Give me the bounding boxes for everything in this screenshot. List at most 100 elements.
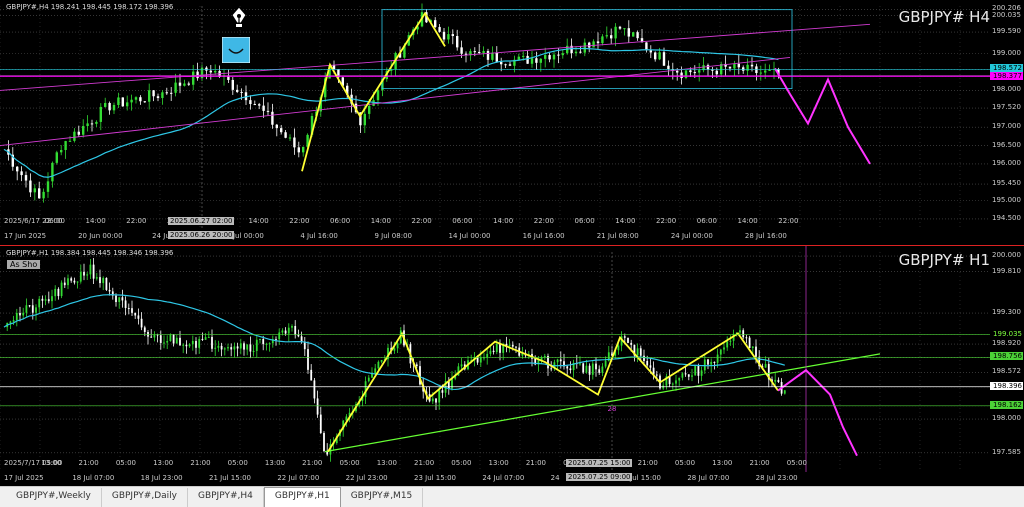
- time-grid-label: 21:00: [414, 459, 435, 467]
- candle-body: [630, 342, 633, 345]
- candle-body: [707, 359, 709, 365]
- candle-body: [700, 370, 703, 376]
- candle-body: [102, 277, 105, 284]
- candle-body: [95, 277, 98, 279]
- candle-body: [204, 337, 207, 340]
- candle-body: [694, 365, 697, 376]
- time-axis-label: 18 Jul 07:00: [72, 474, 115, 482]
- candle-body: [617, 345, 620, 351]
- candle-body: [526, 55, 529, 64]
- candle-body: [192, 71, 195, 85]
- tab-gbpjpy-m15[interactable]: GBPJPY#,M15: [341, 488, 424, 507]
- price-tick-label: 199.810: [992, 266, 1021, 275]
- tab-gbpjpy-h4[interactable]: GBPJPY#,H4: [188, 488, 264, 507]
- candle-body: [492, 350, 495, 353]
- candle-body: [618, 26, 622, 29]
- h4-chart-panel[interactable]: GBPJPY#,H4 198.241 198.445 198.172 198.3…: [0, 0, 1024, 244]
- candle-body: [522, 55, 525, 57]
- candle-body: [174, 82, 177, 93]
- time-grid-label: 05:00: [451, 459, 472, 467]
- time-axis-label: 4 Jul 16:00: [300, 232, 338, 240]
- candle-body: [579, 363, 581, 365]
- candle-body: [89, 264, 92, 275]
- h1-price-axis[interactable]: 200.000 199.810 199.300 199.035198.920 198.7…: [990, 246, 1024, 486]
- candle-body: [152, 90, 155, 97]
- tab-gbpjpy-h1[interactable]: GBPJPY#,H1: [263, 487, 341, 507]
- candle-body: [209, 70, 212, 73]
- candle-body: [166, 341, 169, 343]
- price-tick-label: 197.585: [992, 447, 1021, 456]
- candle-body: [280, 128, 283, 133]
- h1-chart-canvas[interactable]: 28: [0, 246, 990, 472]
- candle-body: [79, 271, 82, 282]
- h4-chart-canvas[interactable]: [0, 0, 990, 230]
- candle-body: [623, 28, 626, 30]
- candle-body: [302, 146, 305, 153]
- candle-body: [583, 42, 586, 53]
- candle-body: [121, 97, 124, 107]
- candle-body: [54, 288, 57, 297]
- candle-body: [556, 359, 559, 363]
- smile-face-icon[interactable]: [222, 37, 250, 63]
- candle-body: [605, 35, 608, 37]
- candle-body: [281, 330, 284, 333]
- candle-body: [134, 312, 137, 316]
- candle-body: [441, 390, 444, 393]
- candle-body: [258, 104, 261, 106]
- candle-body: [711, 69, 714, 71]
- h1-time-axis[interactable]: 17 Jul 2025 18 Jul 07:00 18 Jul 23:00 21 Ju…: [0, 472, 990, 486]
- as-shot-badge[interactable]: As Sho: [7, 260, 41, 269]
- candle-body: [508, 344, 511, 347]
- candle-body: [604, 360, 607, 367]
- time-grid-label: 05:00: [339, 459, 360, 467]
- time-grid-label: 13:00: [153, 459, 174, 467]
- candle-body: [182, 344, 185, 346]
- candle-body: [442, 31, 446, 40]
- candle-body: [723, 347, 725, 350]
- candle-body: [195, 340, 197, 348]
- candle-body: [83, 271, 85, 276]
- candle-body: [73, 131, 76, 141]
- candle-body: [163, 342, 165, 344]
- candle-body: [646, 360, 649, 366]
- candle-body: [596, 41, 600, 44]
- candle-body: [207, 336, 210, 338]
- candle-body: [28, 305, 31, 307]
- pen-nib-icon[interactable]: [229, 5, 249, 31]
- candle-body: [460, 364, 463, 367]
- price-tag: 198.396: [990, 381, 1023, 390]
- candle-body: [543, 356, 546, 358]
- price-tick-label: 198.572: [992, 367, 1021, 376]
- candle-body: [310, 369, 313, 381]
- tab-gbpjpy-weekly[interactable]: GBPJPY#,Weekly: [6, 488, 102, 507]
- candle-body: [108, 289, 111, 292]
- candle-body: [294, 325, 297, 335]
- tab-gbpjpy-daily[interactable]: GBPJPY#,Daily: [102, 488, 188, 507]
- h1-chart-panel[interactable]: 28 GBPJPY#,H1 198.384 198.445 198.346 19…: [0, 245, 1024, 486]
- h4-time-axis[interactable]: 17 Jun 2025 20 Jun 00:00 24 Jun 2 Jul 00:00…: [0, 230, 990, 244]
- candle-body: [598, 369, 601, 373]
- candle-body: [504, 64, 507, 66]
- candle-body: [115, 295, 117, 303]
- candle-body: [544, 55, 547, 59]
- candle-body: [275, 339, 277, 341]
- time-grid-label: 14:00: [737, 217, 758, 225]
- candle-body: [187, 83, 190, 85]
- candle-body: [38, 298, 41, 308]
- candle-body: [236, 89, 239, 92]
- price-tag: 198.162: [990, 400, 1023, 409]
- candle-body: [51, 162, 54, 182]
- candle-body: [726, 341, 729, 348]
- candle-body: [713, 361, 716, 363]
- candle-body: [783, 390, 786, 394]
- candle-body: [482, 50, 485, 54]
- candle-body: [300, 336, 303, 342]
- candle-body: [25, 305, 28, 313]
- candle-body: [557, 54, 560, 56]
- price-tick-label: 200.000: [992, 251, 1021, 260]
- candle-body: [363, 113, 366, 126]
- h4-price-axis[interactable]: 200.206200.035199.590199.000198.572198.3…: [990, 0, 1024, 244]
- candle-body: [42, 191, 45, 199]
- candle-body: [268, 343, 271, 345]
- candle-body: [134, 97, 138, 100]
